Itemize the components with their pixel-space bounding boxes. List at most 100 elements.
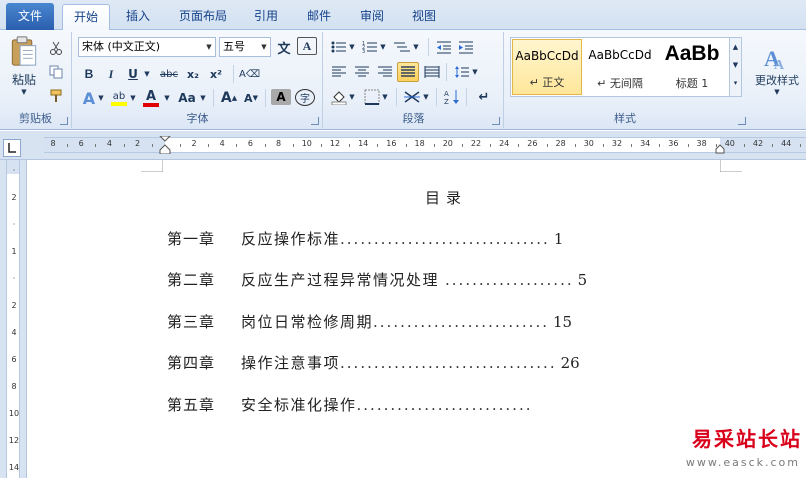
copy-button[interactable] [46,62,66,82]
toc-page-number: 26 [560,354,580,372]
grow-font-button[interactable]: A ▲ [219,88,239,108]
show-marks-button[interactable]: ↵ [474,87,494,107]
tab-references[interactable]: 引用 [244,4,288,30]
char-border-button[interactable]: A [297,37,317,55]
underline-dropdown[interactable]: ▼ [143,64,151,84]
scroll-down-icon[interactable]: ▼ [730,56,741,74]
text-effects-dropdown[interactable]: ▼ [97,88,105,108]
style-heading-1[interactable]: AaBb 标题 1 [657,39,727,95]
numbering-button[interactable]: 123 [360,37,380,57]
chinese-layout-dropdown[interactable]: ▼ [422,87,430,107]
font-color-button[interactable]: A [141,88,161,108]
multilevel-list-dropdown[interactable]: ▼ [412,37,420,57]
change-case-dropdown[interactable]: ▼ [199,88,207,108]
ruler-tick-label: 10 [301,139,312,148]
paste-dropdown-icon[interactable]: ▼ [21,88,26,96]
text-effects-button[interactable]: A [79,88,99,108]
subscript-button[interactable]: x₂ [183,64,203,84]
tab-view[interactable]: 视图 [402,4,446,30]
style-name: ↵ 正文 [529,76,565,89]
tab-mailings[interactable]: 邮件 [297,4,341,30]
paragraph-launcher-icon[interactable] [492,117,500,125]
change-case-button[interactable]: Aa [177,88,197,108]
strikethrough-icon: abc [160,68,178,80]
toc-entry[interactable]: 第一章 反应操作标准 .............................… [167,228,697,250]
cut-button[interactable] [46,38,66,58]
styles-launcher-icon[interactable] [738,117,746,125]
justify-icon [401,66,415,77]
enclose-chars-button[interactable]: 字 [295,89,315,106]
document-page[interactable]: 目录 第一章 反应操作标准 ..........................… [27,160,806,478]
align-center-icon [355,66,369,77]
format-painter-button[interactable] [46,86,66,106]
numbering-dropdown[interactable]: ▼ [379,37,387,57]
tab-selector-button[interactable] [3,139,21,157]
toc-entry[interactable]: 第四章 操作注意事项 .............................… [167,352,697,374]
font-name-combo[interactable]: 宋体 (中文正文) ▼ [78,37,216,57]
italic-button[interactable]: I [101,64,121,84]
clear-formatting-button[interactable]: A⌫ [239,64,260,84]
font-color-bar [143,102,159,107]
line-spacing-button[interactable] [452,62,472,82]
distributed-button[interactable] [422,62,442,82]
scroll-up-icon[interactable]: ▲ [730,38,741,56]
chinese-layout-button[interactable] [402,87,422,107]
vertical-ruler[interactable]: · 2 · 1 · 2 4 6 8 10 12 14 [0,160,27,478]
style-normal[interactable]: AaBbCcDd ↵ 正文 [512,39,582,95]
char-shading-button[interactable]: A [271,89,291,105]
ruler-tick-mark [772,144,774,147]
change-styles-button[interactable]: A A 更改样式 ▼ [749,34,805,104]
ruler-tick-label: 34 [640,139,651,148]
decrease-indent-button[interactable] [434,37,454,57]
align-center-button[interactable] [352,62,372,82]
paste-icon [11,36,37,66]
right-indent-marker-icon[interactable] [715,144,725,154]
superscript-button[interactable]: x² [206,64,226,84]
indent-marker-icon[interactable] [159,136,171,154]
tab-home[interactable]: 开始 [62,4,110,31]
increase-indent-button[interactable] [456,37,476,57]
highlight-dropdown[interactable]: ▼ [129,88,137,108]
highlight-button[interactable]: ab [109,88,129,108]
phonetic-guide-icon: 文 [277,41,291,57]
toc-entry[interactable]: 第三章 岗位日常检修周期 .......................... … [167,311,697,333]
separator [233,65,234,83]
align-left-button[interactable] [329,62,349,82]
borders-button[interactable] [362,87,382,107]
gallery-more-icon[interactable]: ▾ [730,74,741,92]
bold-button[interactable]: B [79,64,99,84]
toc-entry[interactable]: 第五章 安全标准化操作 .......................... [167,394,697,416]
font-color-dropdown[interactable]: ▼ [163,88,171,108]
multilevel-list-button[interactable] [392,37,412,57]
tab-page-layout[interactable]: 页面布局 [170,4,236,30]
toc-entry[interactable]: 第二章 反应生产过程异常情况处理 ................... 5 [167,269,697,291]
horizontal-ruler[interactable]: 8 6 4 2 2 4 6 8 10 12 14 16 18 20 22 24 26 28 30 32 34 36 38 40… [0,131,806,160]
ruler-tick-mark [659,144,661,147]
ruler-tick-mark [95,144,97,147]
justify-button[interactable] [397,62,419,82]
align-right-button[interactable] [375,62,395,82]
shading-button[interactable] [329,87,349,107]
sort-button[interactable]: AZ [442,87,462,107]
style-no-spacing[interactable]: AaBbCcDd ↵ 无间隔 [585,39,655,95]
shrink-font-button[interactable]: A ▼ [241,88,261,108]
tab-file[interactable]: 文件 [6,3,54,30]
phonetic-guide-button[interactable]: 文 [274,37,294,57]
bullets-button[interactable] [329,37,349,57]
tab-review[interactable]: 审阅 [350,4,394,30]
tab-insert[interactable]: 插入 [116,4,160,30]
font-size-combo[interactable]: 五号 ▼ [219,37,271,57]
strikethrough-button[interactable]: abc [159,64,179,84]
paragraph-mark-icon: ↵ [478,89,490,105]
toc-text: 岗位日常检修周期 [241,313,374,331]
shading-dropdown[interactable]: ▼ [348,87,356,107]
borders-dropdown[interactable]: ▼ [381,87,389,107]
gallery-scrollbar[interactable]: ▲ ▼ ▾ [729,38,741,96]
clipboard-launcher-icon[interactable] [60,117,68,125]
paste-button[interactable]: 粘贴 ▼ [6,34,42,96]
bullets-dropdown[interactable]: ▼ [348,37,356,57]
underline-button[interactable]: U [123,64,143,84]
font-launcher-icon[interactable] [311,117,319,125]
line-spacing-dropdown[interactable]: ▼ [471,62,479,82]
ruler-tick-label: 12 [329,139,341,148]
